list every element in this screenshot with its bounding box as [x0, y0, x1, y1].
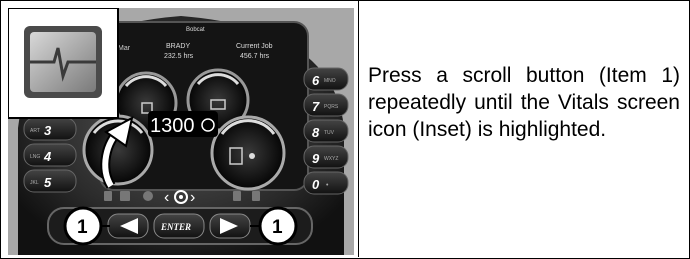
svg-text:ART: ART — [30, 128, 40, 134]
key-8: 8 — [312, 125, 320, 140]
instrument-panel-photo: Bobcat Mar BRADY 232.5 hrs Current Job 4… — [8, 8, 354, 255]
svg-text:ENTER: ENTER — [160, 222, 191, 232]
instruction-text: Press a scroll button (Item 1) repeatedl… — [368, 64, 680, 141]
current-job-hours: 456.7 hrs — [240, 53, 270, 60]
svg-text:PQRS: PQRS — [324, 104, 339, 110]
gauge-lower-right — [210, 115, 286, 191]
left-keypad: ART 3 LNG 4 JKL 5 — [23, 117, 77, 193]
svg-text:1: 1 — [77, 217, 88, 238]
svg-text:›: › — [190, 189, 195, 206]
key-0: 0 — [312, 177, 320, 192]
scroll-indicator: ‹ › — [164, 189, 195, 206]
key-5: 5 — [44, 175, 52, 190]
left-column-label: Mar — [118, 45, 131, 52]
key-6: 6 — [312, 73, 320, 88]
svg-text:LNG: LNG — [30, 154, 40, 160]
svg-text:WXYZ: WXYZ — [324, 156, 338, 162]
svg-text:‹: ‹ — [164, 189, 169, 206]
column-divider — [358, 0, 359, 257]
vitals-icon-inset — [8, 8, 119, 119]
key-4: 4 — [43, 149, 52, 164]
enter-button[interactable]: ENTER — [153, 213, 205, 239]
svg-text:TUV: TUV — [324, 130, 335, 136]
brand-label: Bobcat — [186, 27, 205, 33]
key-7: 7 — [312, 99, 320, 114]
svg-text:JKL: JKL — [30, 180, 39, 186]
key-9: 9 — [312, 151, 320, 166]
operator-name: BRADY — [166, 43, 190, 50]
instrument-panel-illustration: Bobcat Mar BRADY 232.5 hrs Current Job 4… — [8, 8, 354, 255]
rpm-value: 1300 — [150, 115, 195, 137]
scroll-left-button[interactable] — [107, 213, 149, 239]
svg-text:MNO: MNO — [324, 78, 336, 84]
right-keypad: 6 MNO 7 PQRS 8 TUV 9 WXYZ 0 • — [303, 67, 349, 195]
operator-hours: 232.5 hrs — [164, 53, 194, 60]
scroll-right-button[interactable] — [209, 213, 251, 239]
svg-text:1: 1 — [272, 217, 283, 238]
key-3: 3 — [44, 123, 52, 138]
current-job-label: Current Job — [236, 43, 273, 50]
